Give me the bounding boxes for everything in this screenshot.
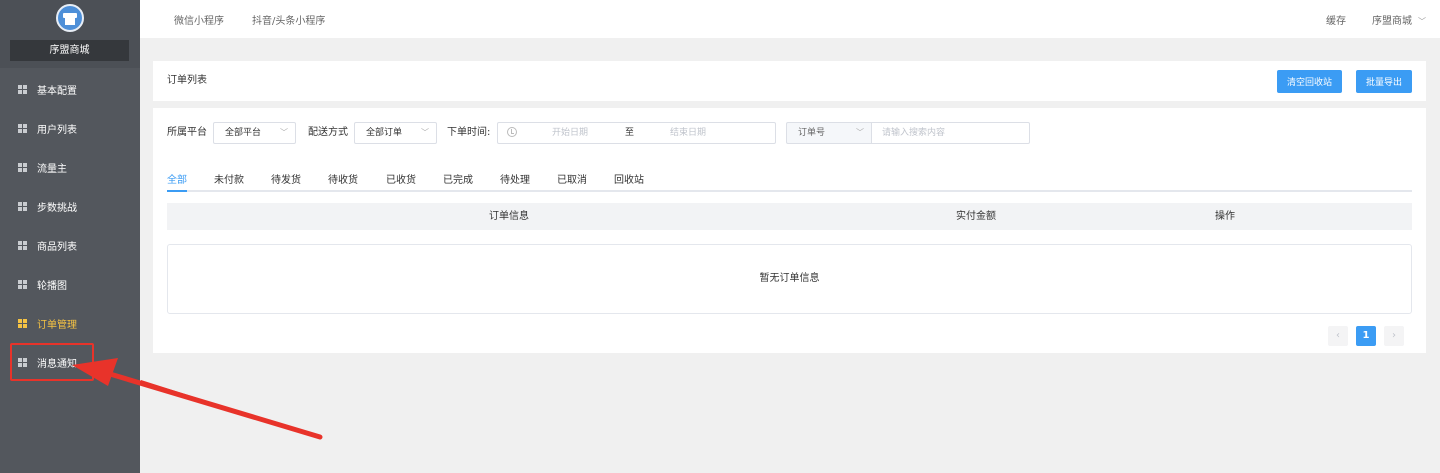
- sidebar-item-step-challenge[interactable]: 步数挑战: [0, 187, 140, 226]
- platform-select[interactable]: 全部平台 ﹀: [213, 122, 296, 144]
- tab-recycle-bin[interactable]: 回收站: [614, 171, 644, 192]
- date-range-picker[interactable]: 开始日期 至 结束日期: [497, 122, 776, 144]
- sidebar-item-label: 步数挑战: [37, 203, 77, 214]
- sidebar-item-user-list[interactable]: 用户列表: [0, 109, 140, 148]
- sidebar-item-basic-config[interactable]: 基本配置: [0, 70, 140, 109]
- search-type-select[interactable]: 订单号 ﹀: [786, 122, 872, 144]
- platform-select-value: 全部平台: [225, 128, 262, 138]
- sidebar-item-label: 基本配置: [37, 86, 77, 97]
- table-header: 订单信息 实付金额 操作: [167, 203, 1412, 230]
- store-name: 序盟商城: [10, 40, 129, 61]
- sidebar-item-label: 订单管理: [37, 320, 77, 331]
- tab-to-receive[interactable]: 待收货: [328, 171, 358, 192]
- grid-icon: [18, 280, 27, 289]
- delivery-select-value: 全部订单: [366, 128, 403, 138]
- tab-to-ship[interactable]: 待发货: [271, 171, 301, 192]
- tab-completed[interactable]: 已完成: [443, 171, 473, 192]
- delivery-select[interactable]: 全部订单 ﹀: [354, 122, 437, 144]
- tab-received[interactable]: 已收货: [386, 171, 416, 192]
- sidebar-item-message-notification[interactable]: 消息通知: [0, 343, 140, 382]
- prev-page-button[interactable]: ‹: [1328, 326, 1348, 346]
- grid-icon: [18, 241, 27, 250]
- end-date-input[interactable]: 结束日期: [670, 123, 706, 143]
- grid-icon: [18, 163, 27, 172]
- sidebar-item-label: 流量主: [37, 164, 67, 175]
- store-logo-icon: [56, 4, 84, 32]
- user-menu[interactable]: 序盟商城 ﹀: [1372, 12, 1426, 27]
- page-number-current[interactable]: 1: [1356, 326, 1376, 346]
- search-group: 订单号 ﹀: [786, 122, 1030, 144]
- batch-export-button[interactable]: 批量导出: [1356, 70, 1412, 93]
- annotation-arrow-shaft: [140, 380, 320, 437]
- page-title: 订单列表: [167, 75, 207, 86]
- chevron-down-icon: ﹀: [421, 128, 429, 137]
- next-page-button[interactable]: ›: [1384, 326, 1404, 346]
- active-tab-indicator: [167, 190, 187, 192]
- sidebar-item-label: 消息通知: [37, 359, 77, 370]
- order-list-body: 所属平台 全部平台 ﹀ 配送方式 全部订单 ﹀ 下单时间: 开始日期 至 结束日…: [153, 108, 1426, 353]
- filter-bar: 所属平台 全部平台 ﹀ 配送方式 全部订单 ﹀ 下单时间: 开始日期 至 结束日…: [167, 122, 1412, 144]
- clear-recycle-button[interactable]: 清空回收站: [1277, 70, 1342, 93]
- sidebar-item-label: 商品列表: [37, 242, 77, 253]
- top-bar: 微信小程序 抖音/头条小程序 缓存 序盟商城 ﹀: [140, 0, 1440, 38]
- sidebar-item-carousel[interactable]: 轮播图: [0, 265, 140, 304]
- top-right: 缓存 序盟商城 ﹀: [1326, 0, 1426, 38]
- date-range-separator: 至: [625, 128, 635, 138]
- grid-icon: [18, 319, 27, 328]
- sidebar-item-traffic-master[interactable]: 流量主: [0, 148, 140, 187]
- sidebar-item-label: 轮播图: [37, 281, 67, 292]
- grid-icon: [18, 358, 27, 367]
- chevron-down-icon: ﹀: [856, 128, 864, 137]
- tab-cancelled[interactable]: 已取消: [557, 171, 587, 192]
- annotation-arrow-line: [107, 371, 323, 440]
- tab-unpaid[interactable]: 未付款: [214, 171, 244, 192]
- delivery-label: 配送方式: [308, 127, 348, 138]
- grid-icon: [18, 85, 27, 94]
- tab-all[interactable]: 全部: [167, 171, 187, 192]
- sidebar-menu: 基本配置 用户列表 流量主 步数挑战 商品列表 轮播图 订单管理 消息通知: [0, 70, 140, 382]
- empty-state: 暂无订单信息: [167, 244, 1412, 314]
- search-input[interactable]: [871, 122, 1030, 144]
- order-list-header: 订单列表 清空回收站 批量导出: [153, 61, 1426, 101]
- tab-pending[interactable]: 待处理: [500, 171, 530, 192]
- search-type-value: 订单号: [798, 128, 826, 138]
- start-date-input[interactable]: 开始日期: [552, 123, 588, 143]
- top-nav: 微信小程序 抖音/头条小程序: [174, 0, 325, 38]
- sidebar-item-label: 用户列表: [37, 125, 77, 136]
- chevron-down-icon: ﹀: [1418, 16, 1426, 26]
- top-nav-wechat[interactable]: 微信小程序: [174, 12, 224, 27]
- top-nav-douyin[interactable]: 抖音/头条小程序: [252, 12, 325, 27]
- clock-icon: [507, 127, 517, 137]
- user-name: 序盟商城: [1372, 15, 1412, 27]
- platform-label: 所属平台: [167, 127, 207, 138]
- sidebar-item-product-list[interactable]: 商品列表: [0, 226, 140, 265]
- sidebar-item-order-management[interactable]: 订单管理: [0, 304, 140, 343]
- chevron-down-icon: ﹀: [280, 128, 288, 137]
- grid-icon: [18, 202, 27, 211]
- column-order-info: 订单信息: [489, 211, 529, 222]
- order-status-tabs: 全部 未付款 待发货 待收货 已收货 已完成 待处理 已取消 回收站: [167, 171, 1412, 192]
- grid-icon: [18, 124, 27, 133]
- column-action: 操作: [1215, 211, 1235, 222]
- logo-area: 序盟商城: [0, 0, 140, 68]
- sidebar: 序盟商城 基本配置 用户列表 流量主 步数挑战 商品列表 轮播图 订单管理 消息…: [0, 0, 140, 473]
- order-time-label: 下单时间:: [447, 127, 491, 138]
- cache-link[interactable]: 缓存: [1326, 12, 1346, 27]
- column-paid-amount: 实付金额: [956, 211, 996, 222]
